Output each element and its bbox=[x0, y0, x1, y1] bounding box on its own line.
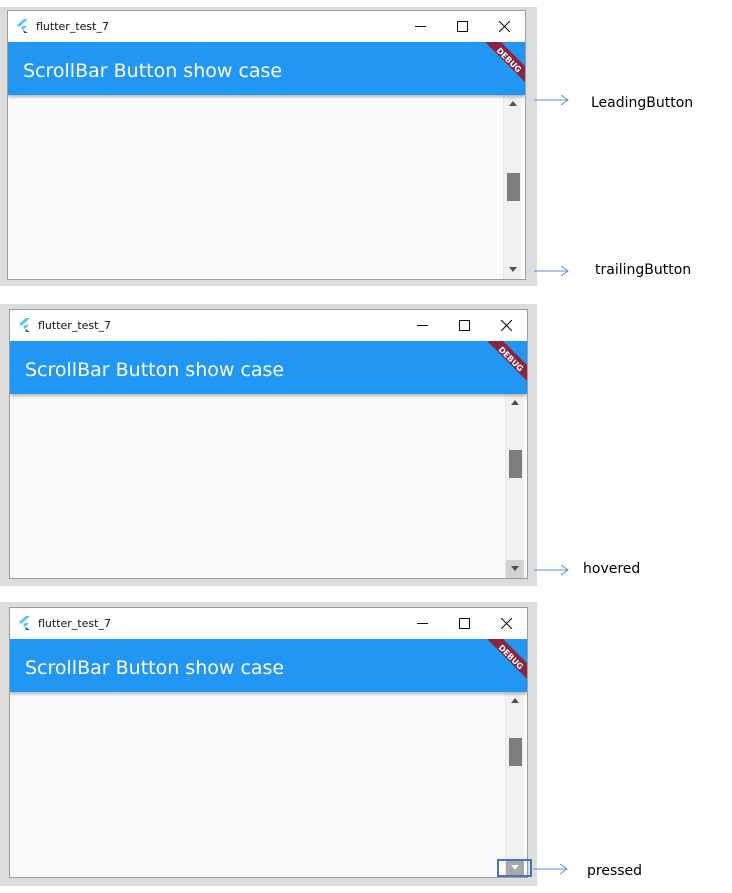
scrollbar-thumb[interactable] bbox=[509, 450, 522, 478]
app-title: ScrollBar Button show case bbox=[25, 359, 285, 381]
maximize-icon bbox=[459, 320, 470, 331]
debug-banner: DEBUG bbox=[487, 341, 527, 381]
app-title: ScrollBar Button show case bbox=[23, 60, 283, 82]
app-window: flutter_test_7 ScrollBar Button show cas… bbox=[9, 309, 528, 579]
scrollbar[interactable] bbox=[503, 95, 522, 279]
scrollbar-trailing-button-hovered[interactable] bbox=[506, 560, 524, 578]
content-area bbox=[8, 95, 525, 279]
close-icon bbox=[501, 320, 512, 331]
app-bar: ScrollBar Button show case DEBUG bbox=[10, 639, 527, 692]
scrollbar[interactable] bbox=[505, 692, 524, 877]
window-titlebar: flutter_test_7 bbox=[8, 11, 525, 42]
content-area bbox=[10, 394, 527, 578]
minimize-button[interactable] bbox=[401, 310, 443, 341]
flutter-logo-icon bbox=[17, 19, 28, 33]
annotation-arrow bbox=[534, 94, 569, 106]
maximize-button[interactable] bbox=[443, 310, 485, 341]
close-button[interactable] bbox=[483, 11, 525, 42]
triangle-up-icon bbox=[511, 698, 519, 703]
close-icon bbox=[499, 21, 510, 32]
leading-button-label: LeadingButton bbox=[591, 95, 694, 111]
scrollbar[interactable] bbox=[505, 394, 524, 578]
triangle-up-icon bbox=[511, 400, 519, 405]
flutter-logo-icon bbox=[19, 318, 30, 332]
maximize-button[interactable] bbox=[443, 608, 485, 639]
minimize-icon bbox=[417, 325, 428, 326]
window-titlebar: flutter_test_7 bbox=[10, 310, 527, 341]
window-title: flutter_test_7 bbox=[38, 617, 111, 630]
minimize-button[interactable] bbox=[401, 608, 443, 639]
close-icon bbox=[501, 618, 512, 629]
scrollbar-thumb[interactable] bbox=[509, 738, 522, 766]
window-title: flutter_test_7 bbox=[36, 20, 109, 33]
pressed-highlight-box bbox=[497, 859, 532, 877]
close-button[interactable] bbox=[485, 310, 527, 341]
debug-banner: DEBUG bbox=[487, 639, 527, 679]
close-button[interactable] bbox=[485, 608, 527, 639]
app-bar: ScrollBar Button show case DEBUG bbox=[8, 42, 525, 95]
app-window: flutter_test_7 ScrollBar Button show cas… bbox=[9, 607, 528, 878]
content-area bbox=[10, 692, 527, 877]
debug-banner: DEBUG bbox=[485, 42, 525, 82]
app-title: ScrollBar Button show case bbox=[25, 657, 285, 679]
minimize-icon bbox=[417, 623, 428, 624]
maximize-icon bbox=[459, 618, 470, 629]
triangle-down-icon bbox=[511, 566, 519, 571]
scrollbar-thumb[interactable] bbox=[507, 173, 520, 201]
annotation-arrow bbox=[534, 564, 569, 576]
app-window: flutter_test_7 ScrollBar Button show cas… bbox=[7, 10, 526, 280]
annotation-arrow bbox=[533, 863, 568, 875]
triangle-up-icon bbox=[509, 101, 517, 106]
flutter-logo-icon bbox=[19, 616, 30, 630]
app-bar: ScrollBar Button show case DEBUG bbox=[10, 341, 527, 394]
minimize-icon bbox=[415, 26, 426, 27]
triangle-down-icon bbox=[509, 267, 517, 272]
trailing-button-label: trailingButton bbox=[595, 262, 692, 278]
window-title: flutter_test_7 bbox=[38, 319, 111, 332]
scrollbar-trailing-button[interactable] bbox=[504, 261, 522, 279]
maximize-icon bbox=[457, 21, 468, 32]
minimize-button[interactable] bbox=[399, 11, 441, 42]
annotation-arrow bbox=[534, 265, 569, 277]
window-titlebar: flutter_test_7 bbox=[10, 608, 527, 639]
hovered-label: hovered bbox=[583, 561, 641, 577]
pressed-label: pressed bbox=[587, 863, 643, 879]
maximize-button[interactable] bbox=[441, 11, 483, 42]
